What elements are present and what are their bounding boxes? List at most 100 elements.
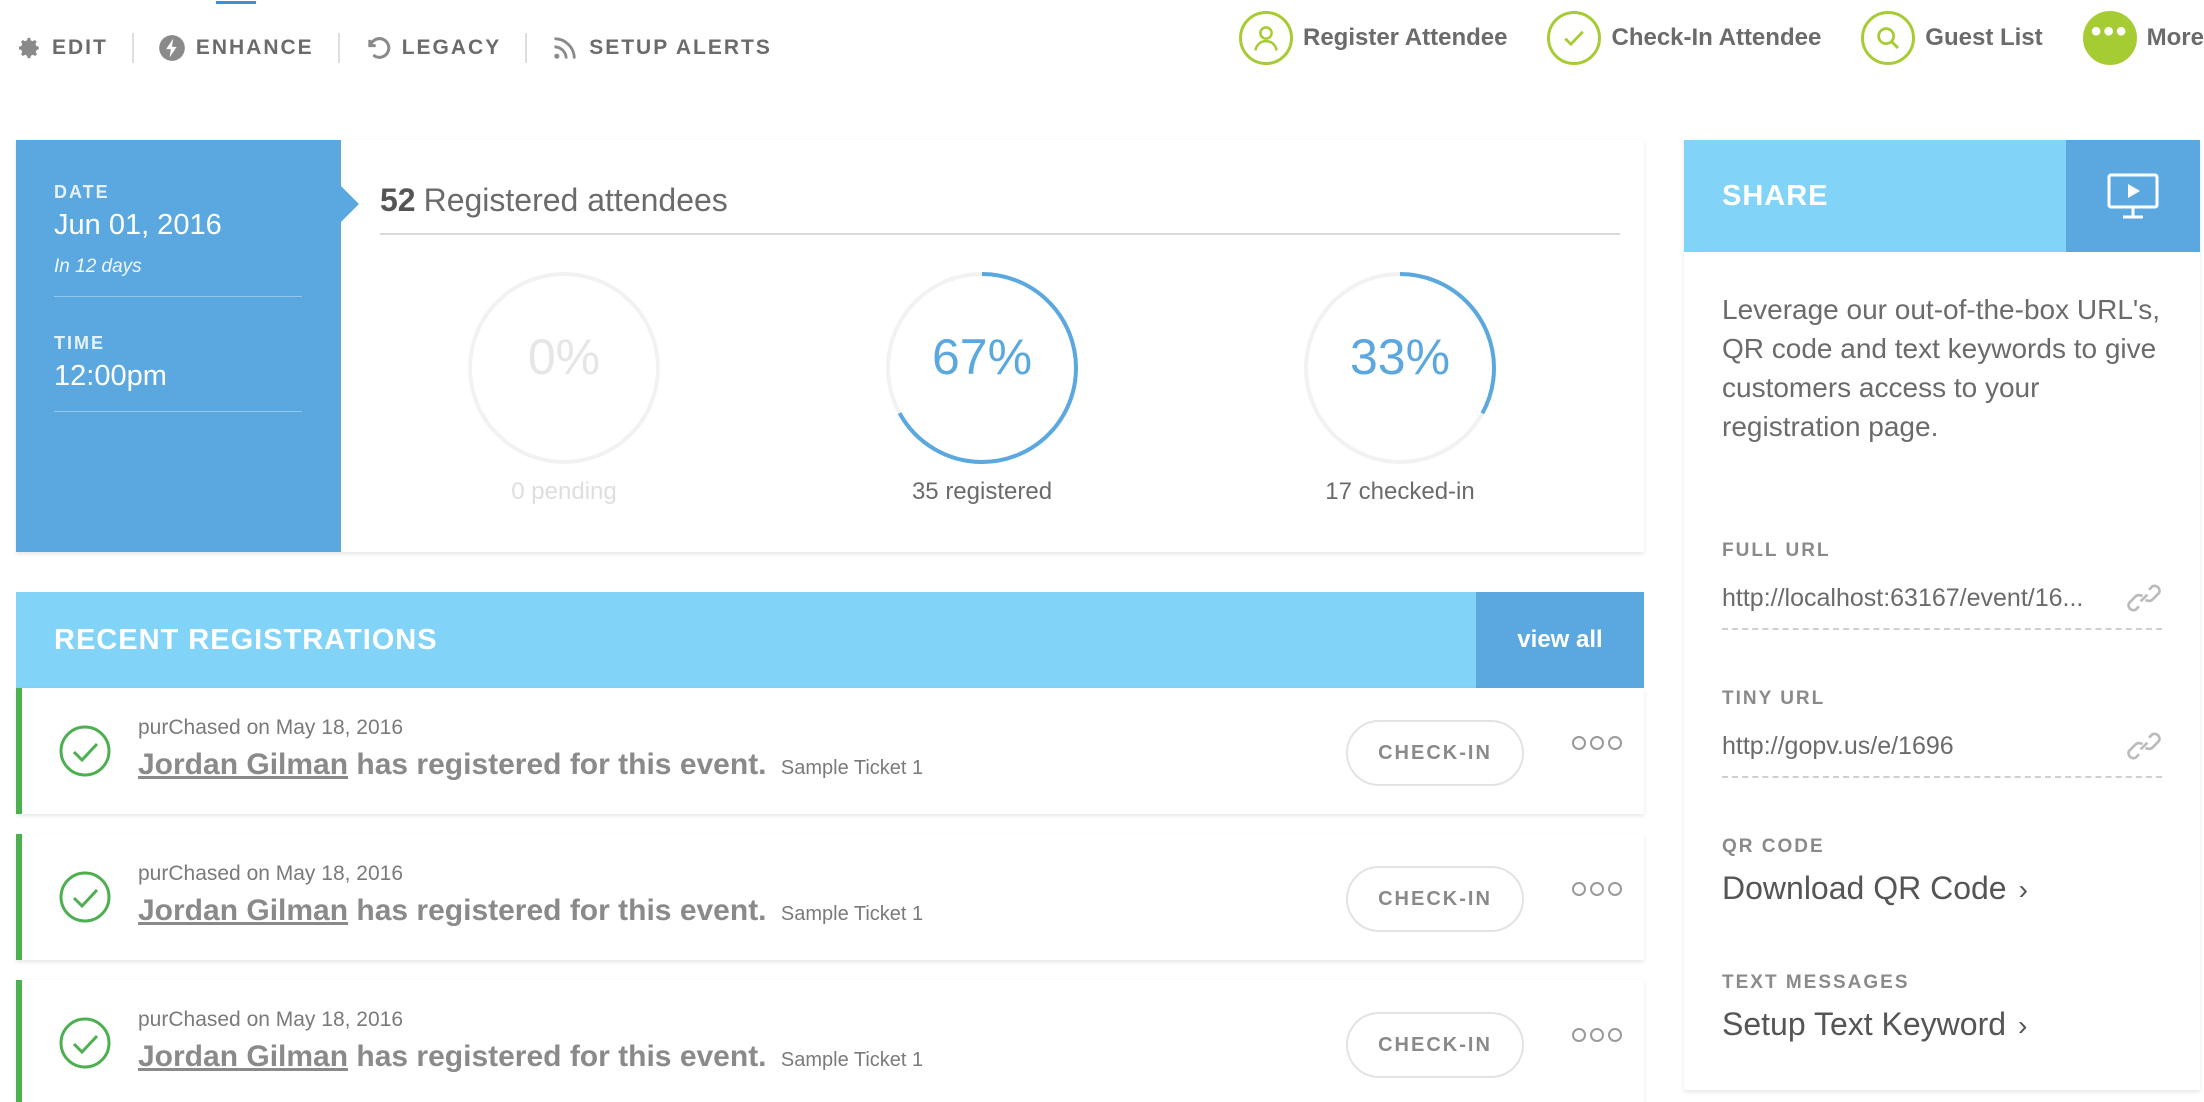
divider [54,411,302,412]
check-circle-icon [59,1017,111,1069]
pending-gauge: 0% 0 pending [434,270,694,506]
date-label: DATE [54,182,110,202]
presentation-button[interactable] [2066,140,2200,252]
legacy-label: LEGACY [401,36,502,59]
registration-row: purChased on May 18, 2016 Jordan Gilman … [16,688,1644,814]
bolt-icon [159,35,185,61]
registered-summary: 52 Registered attendees [380,182,1620,235]
row-more-icon[interactable] [1572,1028,1622,1042]
rss-icon [554,37,576,59]
checked-in-caption: 17 checked-in [1325,478,1475,505]
chevron-right-icon: › [2018,874,2028,905]
share-card: SHARE Leverage our out-of-the-box URL's,… [1684,140,2200,1090]
pending-caption: 0 pending [511,478,617,505]
share-description: Leverage our out-of-the-box URL's, QR co… [1722,294,2161,442]
more-label: More [2146,24,2204,51]
check-in-button[interactable]: CHECK-IN [1346,866,1524,932]
date-panel: DATE Jun 01, 2016 In 12 days TIME 12:00p… [16,140,359,552]
edit-button[interactable]: EDIT [16,35,108,61]
guest-list-button[interactable]: Guest List [1861,11,2043,65]
attendee-name-link[interactable]: Jordan Gilman [138,1040,348,1073]
registration-text: has registered for this event. [356,748,767,781]
copy-link-icon[interactable] [2124,726,2164,766]
page-title-fragment [216,0,256,4]
registration-text: has registered for this event. [356,1040,767,1073]
more-icon: ••• [2082,11,2137,65]
presentation-icon [2107,173,2159,219]
ticket-name: Sample Ticket 1 [780,757,924,779]
check-circle-icon [59,725,111,777]
legacy-button[interactable]: LEGACY [364,34,502,62]
row-more-icon[interactable] [1572,736,1622,750]
check-in-attendee-label: Check-In Attendee [1611,24,1822,51]
pending-percent: 0% [527,329,601,385]
registration-text: has registered for this event. [356,894,767,927]
chevron-right-icon: › [2018,1010,2028,1041]
registered-percent: 67% [931,329,1033,385]
registration-row: purChased on May 18, 2016 Jordan Gilman … [16,834,1644,960]
registered-gauge: 67% 35 registered [852,270,1112,506]
divider [1722,776,2162,778]
gear-icon [18,37,39,59]
setup-text-keyword-link[interactable]: Setup Text Keyword › [1722,1006,2027,1043]
check-in-button[interactable]: CHECK-IN [1346,720,1524,786]
recent-registrations-title: RECENT REGISTRATIONS [54,624,438,656]
text-messages-label: TEXT MESSAGES [1722,972,1910,993]
more-button[interactable]: ••• More [2082,11,2204,65]
check-circle-icon [59,871,111,923]
undo-icon [368,37,390,59]
check-icon [1547,11,1602,65]
qr-code-label: QR CODE [1722,836,1825,857]
registration-date: purChased on May 18, 2016 [138,716,404,739]
full-url-label: FULL URL [1722,540,1831,561]
event-date: Jun 01, 2016 [54,209,222,241]
download-qr-code-link[interactable]: Download QR Code › [1722,870,2028,907]
full-url-field[interactable]: http://localhost:63167/event/16... [1722,584,2162,613]
registration-date: purChased on May 18, 2016 [138,1008,404,1031]
divider [1722,628,2162,630]
registration-date: purChased on May 18, 2016 [138,862,404,885]
setup-text-keyword-label: Setup Text Keyword [1722,1006,2007,1042]
attendee-actions: Register Attendee Check-In Attendee Gues… [1199,8,2204,68]
check-in-button[interactable]: CHECK-IN [1346,1012,1524,1078]
divider [54,296,302,297]
recent-registrations-header: RECENT REGISTRATIONS view all [16,592,1644,688]
attendee-name-link[interactable]: Jordan Gilman [138,748,348,781]
ticket-name: Sample Ticket 1 [780,903,924,925]
register-attendee-label: Register Attendee [1302,24,1508,51]
share-header: SHARE [1684,140,2200,252]
attendee-name-link[interactable]: Jordan Gilman [138,894,348,927]
event-stats-card: DATE Jun 01, 2016 In 12 days TIME 12:00p… [16,140,1644,552]
share-title: SHARE [1722,180,1829,212]
enhance-label: ENHANCE [195,36,314,59]
row-more-icon[interactable] [1572,882,1622,896]
download-qr-code-label: Download QR Code [1722,870,2007,906]
user-icon [1238,11,1293,65]
view-all-button[interactable]: view all [1476,592,1644,688]
event-actions: EDIT ENHANCE LEGACY SETUP ALERTS [16,30,772,66]
registration-row: purChased on May 18, 2016 Jordan Gilman … [16,980,1644,1102]
edit-label: EDIT [52,36,108,59]
registered-caption: 35 registered [911,478,1053,505]
checked-in-percent: 33% [1349,329,1451,385]
tiny-url-field[interactable]: http://gopv.us/e/1696 [1722,732,2162,761]
event-time: 12:00pm [54,360,167,392]
tiny-url-label: TINY URL [1722,688,1826,709]
check-in-attendee-button[interactable]: Check-In Attendee [1547,11,1821,65]
guest-list-label: Guest List [1925,24,2043,51]
search-icon [1861,11,1916,65]
setup-alerts-label: SETUP ALERTS [589,36,772,59]
gauges: 0% 0 pending 67% 35 registered 33% 17 ch… [380,270,1620,530]
divider [131,33,134,63]
time-label: TIME [54,333,105,353]
checked-in-gauge: 33% 17 checked-in [1270,270,1530,506]
register-attendee-button[interactable]: Register Attendee [1238,11,1508,65]
setup-alerts-button[interactable]: SETUP ALERTS [551,34,772,62]
ticket-name: Sample Ticket 1 [780,1049,924,1071]
divider [337,33,340,63]
event-date-relative: In 12 days [54,256,142,277]
copy-link-icon[interactable] [2124,578,2164,618]
top-toolbar: EDIT ENHANCE LEGACY SETUP ALERTS Registe… [0,0,2204,100]
registered-label: Registered attendees [423,182,728,218]
enhance-button[interactable]: ENHANCE [158,34,314,62]
